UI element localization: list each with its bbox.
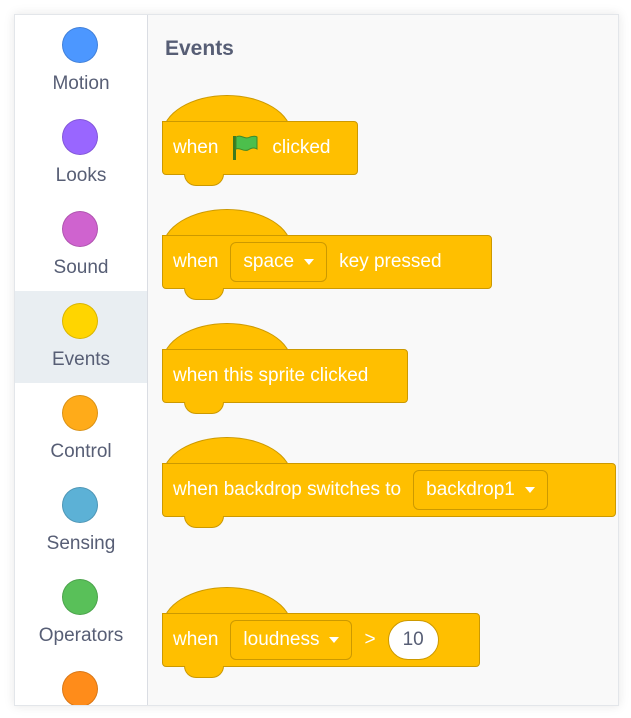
looks-color-dot (62, 119, 98, 155)
block-notch (184, 402, 224, 414)
dropdown-value: space (243, 251, 295, 272)
block-body: when clicked (162, 121, 358, 175)
blocks-panel: Motion Looks Sound Events Control Sensin… (14, 14, 619, 706)
block-notch (184, 666, 224, 678)
operators-color-dot (62, 579, 98, 615)
block-body: when backdrop switches to backdrop1 (162, 463, 616, 517)
block-body: when loudness > 10 (162, 613, 480, 667)
block-text: when (173, 137, 219, 158)
category-control[interactable]: Control (15, 383, 147, 475)
block-text: when this sprite clicked (173, 365, 369, 386)
block-notch (184, 174, 224, 186)
category-sensing[interactable]: Sensing (15, 475, 147, 567)
sensing-color-dot (62, 487, 98, 523)
section-title: Events (165, 37, 234, 60)
variables-color-dot (62, 671, 98, 705)
category-motion[interactable]: Motion (15, 15, 147, 107)
comparison-operator: > (364, 629, 376, 650)
dropdown-value: backdrop1 (426, 479, 515, 500)
category-looks[interactable]: Looks (15, 107, 147, 199)
category-label: Looks (55, 165, 107, 186)
category-events[interactable]: Events (15, 291, 147, 383)
category-sound[interactable]: Sound (15, 199, 147, 291)
block-text: when (173, 251, 219, 272)
motion-color-dot (62, 27, 98, 63)
block-body: when space key pressed (162, 235, 492, 289)
category-label: Events (51, 349, 111, 370)
dropdown-arrow-icon (304, 259, 315, 265)
control-color-dot (62, 395, 98, 431)
block-text: key pressed (339, 251, 442, 272)
dropdown-arrow-icon (329, 637, 340, 643)
block-text: clicked (272, 137, 331, 158)
category-label: Operators (38, 625, 124, 646)
block-body: when this sprite clicked (162, 349, 408, 403)
category-operators[interactable]: Operators (15, 567, 147, 659)
category-label: Sound (53, 257, 109, 278)
block-notch (184, 288, 224, 300)
dropdown-arrow-icon (524, 487, 535, 493)
backdrop-dropdown[interactable]: backdrop1 (413, 470, 548, 510)
block-notch (184, 516, 224, 528)
category-label: Sensing (46, 533, 116, 554)
category-label: Control (50, 441, 112, 462)
block-palette: Events when clicked when space key press… (148, 15, 618, 705)
block-text: when backdrop switches to (173, 479, 402, 500)
sensor-dropdown[interactable]: loudness (230, 620, 353, 660)
green-flag-icon (233, 135, 258, 160)
category-variables[interactable] (15, 659, 147, 705)
category-menu: Motion Looks Sound Events Control Sensin… (15, 15, 148, 705)
sound-color-dot (62, 211, 98, 247)
key-dropdown[interactable]: space (230, 242, 328, 282)
events-color-dot (62, 303, 98, 339)
category-label: Motion (52, 73, 110, 94)
threshold-input[interactable]: 10 (387, 620, 439, 660)
dropdown-value: loudness (243, 629, 320, 650)
block-text: when (173, 629, 219, 650)
